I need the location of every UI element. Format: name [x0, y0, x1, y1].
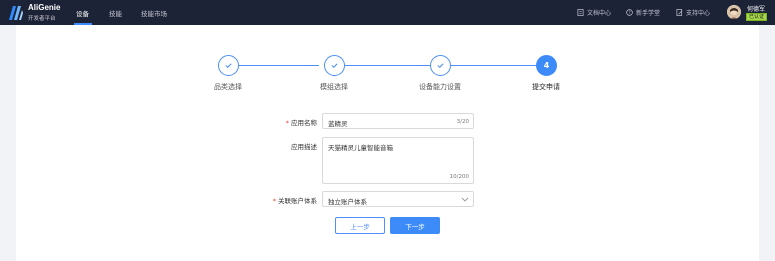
account-system-value: 独立账户体系 [328, 198, 367, 206]
nav-tab-devices[interactable]: 设备 [76, 8, 89, 18]
user-name[interactable]: 何德军 [747, 4, 765, 13]
svg-text:?: ? [628, 10, 630, 15]
beginner-school-link[interactable]: ? 新手学堂 [626, 8, 660, 17]
support-center-link[interactable]: 支持中心 [676, 8, 710, 17]
brand-subtitle: 开发者平台 [28, 16, 56, 22]
app-name-char-count: 3/20 [456, 119, 469, 125]
required-marker: * [272, 197, 276, 205]
account-system-label: * 关联账户体系 [272, 197, 317, 205]
app-desc-value: 天猫精灵儿童智能音箱 [328, 144, 393, 152]
step-2-check-icon [324, 55, 345, 76]
docs-center-link[interactable]: 文档中心 [577, 8, 611, 17]
app-desc-label: 应用描述 [291, 143, 317, 151]
step-4-label: 提交申请 [532, 83, 560, 91]
step-4-number: 4 [536, 55, 557, 76]
brand-name: AliGenie [28, 3, 61, 12]
previous-step-button[interactable]: 上一步 [335, 217, 385, 234]
support-icon [676, 9, 683, 16]
app-name-value: 蓝精灵 [328, 120, 348, 128]
document-icon [577, 9, 584, 16]
verified-badge: 已认证 [746, 13, 768, 21]
help-circle-icon: ? [626, 9, 633, 16]
app-name-label: * 应用名称 [285, 119, 317, 127]
required-marker: * [285, 119, 289, 127]
step-2-label: 模组选择 [320, 83, 348, 91]
beginner-school-label: 新手学堂 [636, 10, 661, 17]
app-desc-char-count: 10/200 [449, 174, 469, 180]
account-system-select[interactable]: 独立账户体系 [322, 191, 474, 207]
step-connector-2 [345, 65, 430, 66]
nav-tab-skills[interactable]: 技能 [109, 8, 122, 18]
aligenie-logo-icon[interactable] [8, 4, 24, 22]
app-name-input[interactable]: 蓝精灵 3/20 [322, 113, 474, 129]
step-3-check-icon [430, 55, 451, 76]
nav-tab-skill-market[interactable]: 技能市场 [141, 8, 167, 18]
docs-center-label: 文档中心 [587, 10, 612, 17]
avatar-image-icon [727, 6, 741, 19]
support-center-label: 支持中心 [686, 10, 711, 17]
step-connector-1 [239, 65, 319, 66]
step-1-check-icon [218, 55, 239, 76]
step-3-label: 设备能力设置 [419, 83, 461, 91]
chevron-down-icon [461, 197, 469, 202]
step-connector-3 [451, 65, 536, 66]
app-desc-textarea[interactable]: 天猫精灵儿童智能音箱 10/200 [322, 137, 474, 184]
next-step-button[interactable]: 下一步 [390, 217, 440, 234]
user-avatar[interactable] [727, 5, 741, 19]
step-1-label: 品类选择 [214, 83, 242, 91]
top-navigation-bar: AliGenie 开发者平台 设备 技能 技能市场 文档中心 ? 新手学堂 支持… [0, 0, 775, 25]
